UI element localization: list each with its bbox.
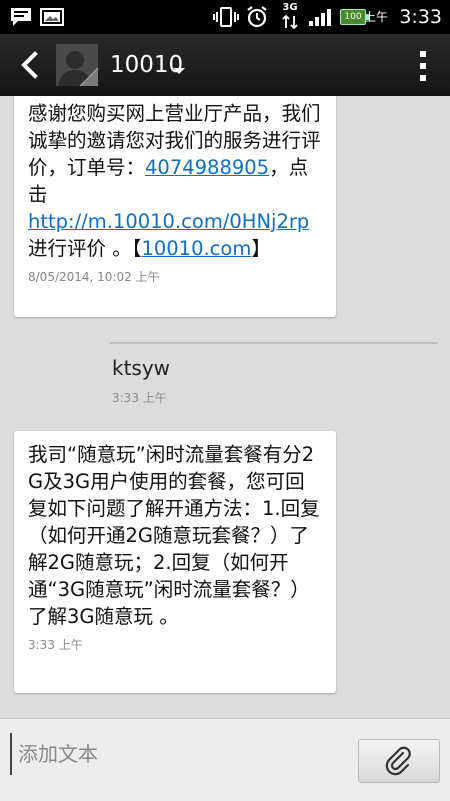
- image-notification-icon: [40, 0, 64, 34]
- more-vertical-icon: [420, 51, 426, 57]
- message-timestamp: 8/05/2014, 10:02 上午: [28, 270, 160, 284]
- received-message-bubble[interactable]: 感谢您购买网上营业厅产品，我们诚挚的邀请您对我们的服务进行评价，订单号：4074…: [14, 96, 336, 317]
- battery-level: 100: [344, 12, 362, 22]
- battery-icon: 100: [340, 9, 369, 25]
- status-bar: 3G 100 上午 3:33: [0, 0, 450, 34]
- message-text: 感谢您购买网上营业厅产品，我们诚挚的邀请您对我们的服务进行评价，订单号：4074…: [28, 102, 321, 260]
- sent-message-divider: [110, 342, 438, 344]
- paperclip-icon: [385, 746, 411, 776]
- person-silhouette-icon: [56, 44, 98, 86]
- website-link[interactable]: 10010.com: [141, 237, 251, 260]
- evaluation-url-link[interactable]: http://m.10010.com/0HNj2rp: [28, 210, 309, 233]
- caret-down-icon: [173, 68, 185, 74]
- sent-message-timestamp: 3:33 上午: [112, 391, 167, 405]
- message-input[interactable]: [10, 733, 350, 775]
- action-bar: 10010: [0, 34, 450, 96]
- message-notification-icon: [10, 0, 32, 34]
- contact-dropdown[interactable]: [172, 61, 186, 74]
- message-timestamp: 3:33 上午: [28, 638, 83, 652]
- back-button[interactable]: [12, 48, 46, 82]
- signal-strength-icon: [308, 0, 332, 34]
- conversation-list[interactable]: 感谢您购买网上营业厅产品，我们诚挚的邀请您对我们的服务进行评价，订单号：4074…: [0, 96, 450, 718]
- network-3g-icon: 3G: [279, 2, 301, 32]
- compose-bar: [0, 718, 450, 801]
- clock-ampm: 上午: [363, 10, 388, 24]
- order-number-link[interactable]: 4074988905: [145, 156, 269, 179]
- message-text: 我司“随意玩”闲时流量套餐有分2G及3G用户使用的套餐，您可回复如下问题了解开通…: [28, 443, 320, 628]
- contact-avatar[interactable]: [56, 44, 98, 86]
- attach-button[interactable]: [358, 739, 440, 783]
- more-options-button[interactable]: [416, 51, 430, 81]
- clock-time: 3:33: [399, 6, 442, 28]
- alarm-clock-icon: [245, 0, 269, 34]
- chevron-left-icon: [21, 51, 38, 79]
- received-message-bubble[interactable]: 我司“随意玩”闲时流量套餐有分2G及3G用户使用的套餐，您可回复如下问题了解开通…: [14, 431, 336, 693]
- vibrate-icon: [213, 0, 239, 34]
- sent-message-text[interactable]: ktsyw: [112, 356, 170, 380]
